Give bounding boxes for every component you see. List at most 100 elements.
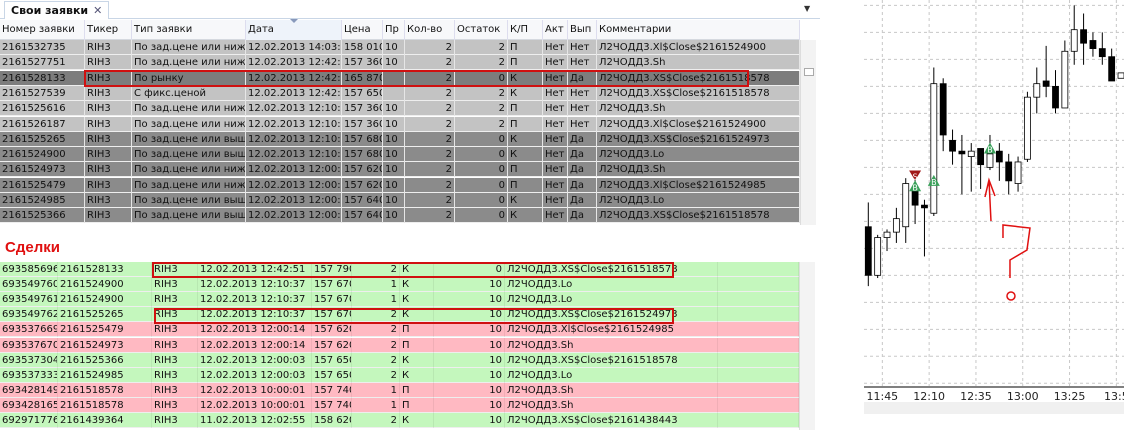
table-cell: RIH3	[152, 413, 198, 428]
table-cell: 165 870	[344, 70, 383, 86]
table-cell: 2	[405, 101, 455, 117]
table-cell: 12.02.2013 12:00:03	[198, 367, 312, 383]
table-cell: 10	[383, 193, 405, 208]
table-row[interactable]: 2161525366 RIH3 По зад.цене или выше 12.02.…	[0, 208, 800, 224]
table-row[interactable]: 2161527539 RIH3 С фикс.ценой 12.02.2013 12:…	[0, 85, 800, 101]
table-cell: RIH3	[152, 322, 198, 338]
table-row[interactable]: 2161524900 RIH3 По зад.цене или выше 12.02.…	[0, 147, 800, 163]
deals-scrollbar[interactable]	[799, 262, 815, 430]
table-cell: Л2ЧОДД3.Xl$Close$2161524900	[597, 116, 800, 132]
table-cell	[718, 337, 799, 353]
orders-table-header: Номер заявки Тикер Тип заявки Дата Цена Пр Кол…	[0, 19, 800, 40]
table-cell: П	[400, 397, 434, 413]
table-row[interactable]: 693537669 2161525479 RIH3 12.02.2013 12:00:…	[0, 322, 800, 338]
table-cell: 12.02.2013 12:10:38	[248, 116, 342, 132]
table-cell: Л2ЧОДД3.XS$Close$2161518578	[597, 85, 800, 101]
table-row[interactable]: 693549760 2161524900 RIH3 12.02.2013 12:10:…	[0, 277, 800, 293]
table-cell: 2161524985	[0, 193, 85, 208]
table-cell: 1	[352, 292, 400, 308]
table-cell: 12.02.2013 10:00:01	[198, 382, 312, 398]
tab-own-orders[interactable]: Свои заявки ✕	[4, 1, 110, 19]
table-cell: RIH3	[85, 101, 132, 117]
table-row[interactable]: 2161525265 RIH3 По зад.цене или выше 12.02.…	[0, 131, 800, 147]
table-cell: 10	[383, 116, 405, 132]
table-row[interactable]: 692971776 2161439364 RIH3 11.02.2013 12:02:…	[0, 413, 800, 428]
table-cell: Да	[568, 193, 597, 208]
table-row[interactable]: 693549761 2161524900 RIH3 12.02.2013 12:10:…	[0, 292, 800, 308]
table-cell: 0	[455, 162, 508, 178]
table-cell: 2	[405, 131, 455, 147]
table-cell: 2161525265	[0, 131, 85, 147]
table-cell: С фикс.ценой	[132, 85, 246, 101]
orders-scrollbar[interactable]	[800, 40, 816, 225]
table-row[interactable]: 2161527751 RIH3 По зад.цене или ниже 12.02.…	[0, 55, 800, 71]
column-header[interactable]: Цена	[342, 20, 383, 40]
column-header[interactable]: Остаток	[455, 20, 508, 40]
table-cell: 10	[434, 307, 505, 323]
table-row[interactable]: 2161524985 RIH3 По зад.цене или выше 12.02.…	[0, 193, 800, 208]
table-cell: 12.02.2013 12:00:14	[198, 337, 312, 353]
table-cell: Л2ЧОДД3.Lo	[505, 292, 718, 308]
candlestick-chart: 11:4512:1012:3513:0013:2513:5SBBB	[864, 0, 1124, 414]
table-cell: 2	[405, 147, 455, 163]
table-cell: 2	[352, 262, 400, 277]
table-cell: По зад.цене или ниже	[134, 116, 246, 132]
table-cell: 2	[405, 116, 455, 132]
column-header[interactable]: Номер заявки	[0, 20, 85, 40]
candle-body	[874, 237, 882, 276]
table-cell: 157 650	[314, 352, 352, 368]
table-row[interactable]: 2161532735 RIH3 По зад.цене или ниже 12.02.…	[0, 40, 800, 55]
chevron-down-icon[interactable]: ▼	[804, 4, 810, 13]
column-header[interactable]: Комментарии	[597, 20, 800, 40]
table-cell: 2	[405, 162, 455, 178]
table-row[interactable]: 693549762 2161525265 RIH3 12.02.2013 12:10:…	[0, 307, 800, 323]
table-cell: 692971776	[2, 413, 58, 428]
table-row[interactable]: 693537333 2161524985 RIH3 12.02.2013 12:00:…	[0, 367, 800, 383]
table-row[interactable]: 693537670 2161524973 RIH3 12.02.2013 12:00:…	[0, 337, 800, 353]
table-cell	[718, 413, 799, 428]
column-header[interactable]: Тип заявки	[132, 20, 246, 40]
marker-label: S	[913, 172, 918, 181]
table-cell: 157 360	[344, 55, 383, 71]
table-cell: RIH3	[85, 116, 132, 132]
table-row[interactable]: 2161528133RIH3По рынку12.02.2013 12:42:5…	[0, 70, 800, 86]
candle-body	[1098, 48, 1106, 58]
marker-label: B	[931, 178, 937, 187]
column-header[interactable]: К/П	[508, 20, 543, 40]
table-row[interactable]: 693428149 2161518578 RIH3 12.02.2013 10:00:…	[0, 382, 800, 398]
close-icon[interactable]: ✕	[93, 4, 102, 17]
table-cell: 10	[434, 322, 505, 338]
table-row[interactable]: 693537304 2161525366 RIH3 12.02.2013 12:00:…	[0, 352, 800, 368]
scrollbar-thumb[interactable]	[804, 68, 814, 76]
table-cell: Л2ЧОДД3.Xl$Close$2161524985	[597, 177, 800, 193]
column-header[interactable]: Вып	[568, 20, 597, 40]
candle-body	[883, 231, 891, 238]
candle-body	[1052, 85, 1059, 109]
table-cell: Нет	[543, 162, 568, 178]
table-cell: 693537669	[2, 322, 58, 338]
table-cell: RIH3	[85, 193, 132, 208]
table-cell: По зад.цене или выше	[134, 208, 246, 224]
column-header[interactable]: Кол-во	[405, 20, 455, 40]
table-row[interactable]: 693585696 2161528133 RIH3 12.02.2013 12:42:…	[0, 262, 800, 277]
column-header[interactable]: Дата	[246, 20, 342, 40]
table-cell: 0	[455, 131, 508, 147]
table-cell: 0	[434, 262, 505, 277]
price-chart[interactable]: 11:4512:1012:3513:0013:2513:5SBBB	[862, 0, 1124, 435]
column-header[interactable]: Пр	[383, 20, 405, 40]
table-row[interactable]: 2161526187 RIH3 По зад.цене или ниже 12.02.…	[0, 116, 800, 132]
table-cell: 12.02.2013 14:03:06	[248, 40, 342, 55]
candle-body	[1005, 161, 1013, 182]
candle-body	[949, 139, 956, 152]
table-row[interactable]: 2161524973 RIH3 По зад.цене или ниже 12.02.…	[0, 162, 800, 178]
table-cell: Да	[568, 147, 597, 163]
table-row[interactable]: 693428165 2161518578 RIH3 12.02.2013 10:00:…	[0, 397, 800, 413]
table-cell: 157 620	[344, 162, 383, 178]
table-row[interactable]: 2161525616 RIH3 По зад.цене или ниже 12.02.…	[0, 101, 800, 117]
table-row[interactable]: 2161525479 RIH3 По зад.цене или ниже 12.02.…	[0, 177, 800, 193]
table-cell: Нет	[543, 116, 568, 132]
column-header[interactable]: Акт	[543, 20, 568, 40]
column-header[interactable]: Тикер	[85, 20, 132, 40]
table-cell	[718, 292, 799, 308]
table-cell: Нет	[543, 193, 568, 208]
